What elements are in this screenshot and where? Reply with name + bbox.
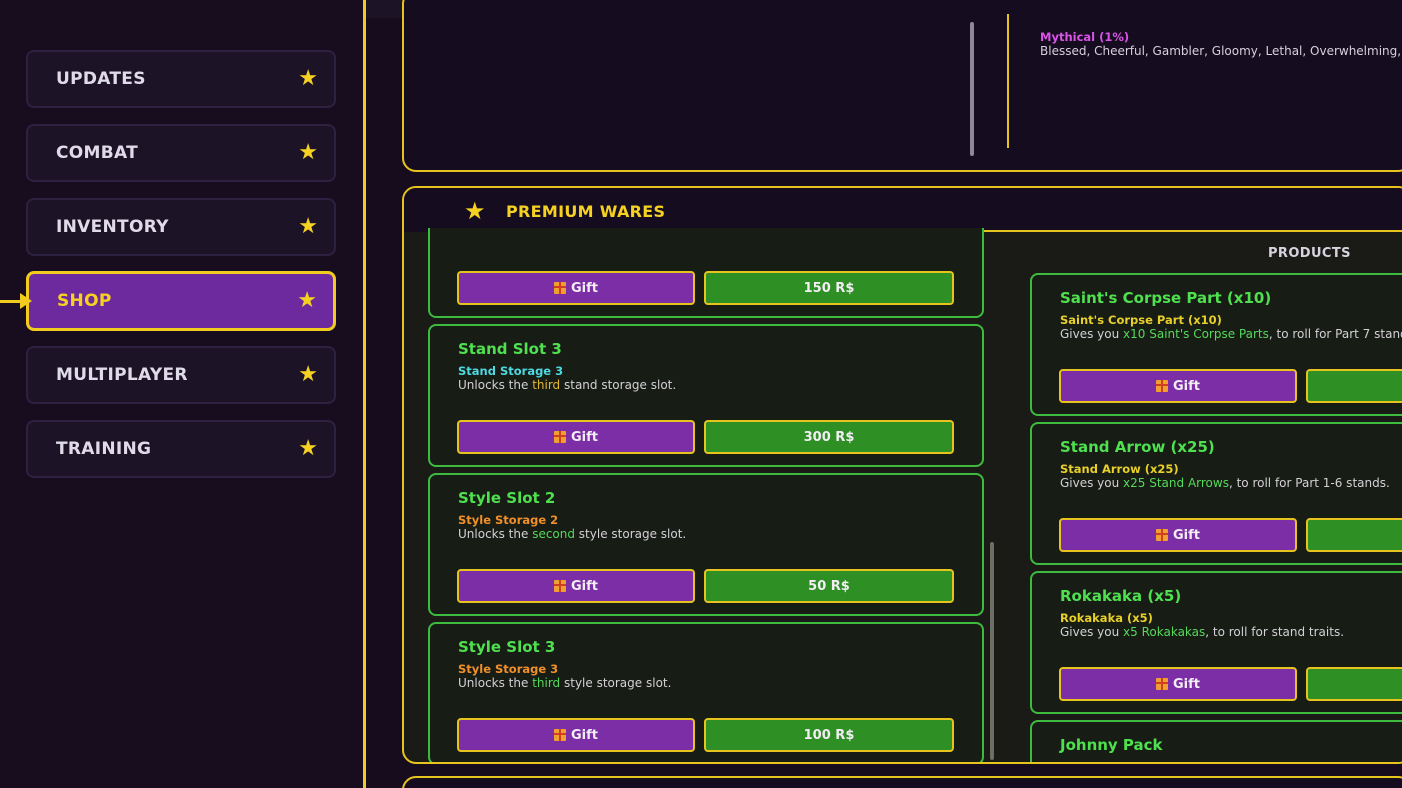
product-card-stand-slot-3: Stand Slot 3 Stand Storage 3 Unlocks the… — [428, 324, 984, 467]
star-icon: ★ — [298, 436, 318, 461]
product-card-style-slot-3: Style Slot 3 Style Storage 3 Unlocks the… — [428, 622, 984, 762]
left-column-scrollbar[interactable] — [990, 542, 994, 760]
products-heading: PRODUCTS — [1268, 246, 1351, 261]
product-title: Saint's Corpse Part (x10) — [1060, 289, 1272, 307]
gift-icon — [554, 431, 566, 443]
price-label: 50 R$ — [808, 578, 850, 594]
nav-item-multiplayer[interactable]: MULTIPLAYER ★ — [26, 346, 336, 404]
active-pointer-arrow-icon — [20, 293, 32, 309]
gift-label: Gift — [571, 578, 598, 594]
gift-button[interactable]: Gift — [457, 569, 695, 603]
gift-icon — [1156, 678, 1168, 690]
left-card-partial: Gift 150 R$ — [428, 228, 984, 318]
gift-label: Gift — [571, 727, 598, 743]
gift-label: Gift — [1173, 527, 1200, 543]
product-card-stand-arrow: Stand Arrow (x25) Stand Arrow (x25) Give… — [1030, 422, 1402, 565]
gift-label: Gift — [1173, 378, 1200, 394]
product-description: Gives you x5 Rokakakas, to roll for stan… — [1060, 625, 1345, 639]
mythical-rarity-title: Mythical (1%) — [1040, 30, 1130, 44]
premium-wares-panel: ★ PREMIUM WARES PRODUCTS Gift 150 R$ Sta… — [402, 186, 1402, 764]
gift-label: Gift — [571, 429, 598, 445]
price-label: 300 R$ — [803, 429, 855, 445]
gift-icon — [1156, 529, 1168, 541]
nav-label-combat: COMBAT — [56, 143, 139, 163]
product-card-saints-corpse-part: Saint's Corpse Part (x10) Saint's Corpse… — [1030, 273, 1402, 416]
product-description: Gives you x25 Stand Arrows, to roll for … — [1060, 476, 1390, 490]
gift-button[interactable]: Gift — [1059, 369, 1297, 403]
product-title: Stand Arrow (x25) — [1060, 438, 1215, 456]
product-title: Rokakaka (x5) — [1060, 587, 1182, 605]
gift-label: Gift — [571, 280, 598, 296]
gift-button[interactable]: Gift — [457, 718, 695, 752]
sidebar: UPDATES ★ COMBAT ★ INVENTORY ★ SHOP ★ MU… — [0, 0, 364, 788]
product-title: Style Slot 3 — [458, 638, 556, 656]
traits-panel — [402, 0, 1402, 172]
product-subtitle: Stand Storage 3 — [458, 364, 564, 378]
gift-button[interactable]: Gift — [1059, 667, 1297, 701]
price-label: 150 R$ — [803, 280, 855, 296]
gift-button[interactable]: Gift — [1059, 518, 1297, 552]
nav-item-updates[interactable]: UPDATES ★ — [26, 50, 336, 108]
product-description: Unlocks the third style storage slot. — [458, 676, 672, 690]
product-subtitle: Stand Arrow (x25) — [1060, 462, 1179, 476]
gift-button[interactable]: Gift — [457, 271, 695, 305]
buy-button[interactable] — [1306, 369, 1402, 403]
product-card-rokakaka: Rokakaka (x5) Rokakaka (x5) Gives you x5… — [1030, 571, 1402, 714]
product-title: Style Slot 2 — [458, 489, 556, 507]
gift-label: Gift — [1173, 676, 1200, 692]
product-subtitle: Style Storage 2 — [458, 513, 559, 527]
nav-label-training: TRAINING — [56, 439, 152, 459]
product-card-style-slot-2: Style Slot 2 Style Storage 2 Unlocks the… — [428, 473, 984, 616]
product-subtitle: Saint's Corpse Part (x10) — [1060, 313, 1222, 327]
nav-item-training[interactable]: TRAINING ★ — [26, 420, 336, 478]
nav-label-multiplayer: MULTIPLAYER — [56, 365, 188, 385]
nav-label-shop: SHOP — [57, 291, 112, 311]
buy-button[interactable] — [1306, 518, 1402, 552]
nav-label-updates: UPDATES — [56, 69, 146, 89]
product-card-johnny-pack: Johnny Pack — [1030, 720, 1402, 762]
traits-scrollbar[interactable] — [970, 22, 974, 156]
star-icon: ★ — [298, 66, 318, 91]
product-subtitle: Style Storage 3 — [458, 662, 559, 676]
gift-icon — [554, 729, 566, 741]
price-label: 100 R$ — [803, 727, 855, 743]
buy-button[interactable]: 100 R$ — [704, 718, 954, 752]
product-description: Gives you x10 Saint's Corpse Parts, to r… — [1060, 327, 1402, 341]
star-icon: ★ — [298, 140, 318, 165]
buy-button[interactable] — [1306, 667, 1402, 701]
star-icon: ★ — [297, 288, 317, 313]
buy-button[interactable]: 150 R$ — [704, 271, 954, 305]
product-description: Unlocks the third stand storage slot. — [458, 378, 677, 392]
gift-icon — [554, 282, 566, 294]
nav-label-inventory: INVENTORY — [56, 217, 169, 237]
product-title: Stand Slot 3 — [458, 340, 562, 358]
mythical-traits-list: Blessed, Cheerful, Gambler, Gloomy, Leth… — [1040, 44, 1402, 58]
star-icon: ★ — [298, 362, 318, 387]
product-description: Unlocks the second style storage slot. — [458, 527, 687, 541]
product-subtitle: Rokakaka (x5) — [1060, 611, 1153, 625]
gift-icon — [1156, 380, 1168, 392]
buy-button[interactable]: 50 R$ — [704, 569, 954, 603]
star-icon: ★ — [464, 197, 486, 225]
traits-divider — [1007, 14, 1009, 148]
nav-item-shop[interactable]: SHOP ★ — [26, 271, 336, 331]
next-panel-edge — [402, 776, 1402, 788]
gift-icon — [554, 580, 566, 592]
main-content: Mythical (1%) Blessed, Cheerful, Gambler… — [366, 0, 1402, 788]
star-icon: ★ — [298, 214, 318, 239]
nav-item-inventory[interactable]: INVENTORY ★ — [26, 198, 336, 256]
nav-item-combat[interactable]: COMBAT ★ — [26, 124, 336, 182]
product-title: Johnny Pack — [1060, 736, 1163, 754]
gift-button[interactable]: Gift — [457, 420, 695, 454]
premium-wares-title: PREMIUM WARES — [506, 202, 666, 221]
buy-button[interactable]: 300 R$ — [704, 420, 954, 454]
